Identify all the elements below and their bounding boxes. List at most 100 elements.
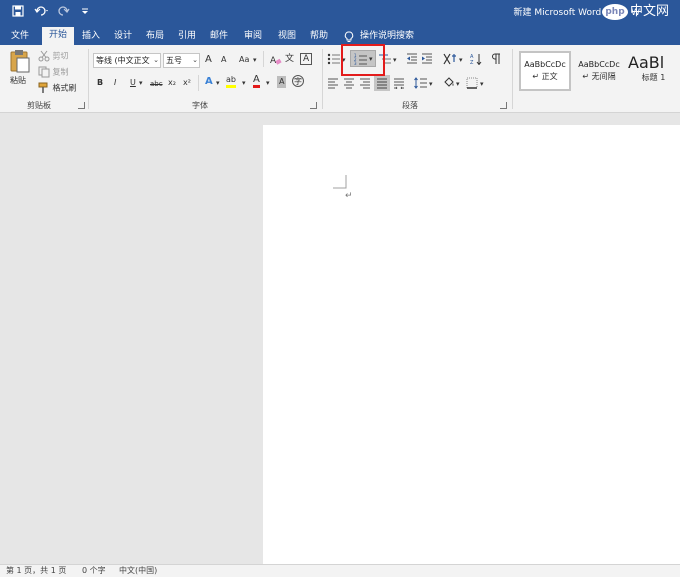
bold-button[interactable]: B [97, 77, 103, 89]
font-color-button[interactable]: A [253, 74, 260, 88]
superscript-button[interactable]: x² [183, 77, 191, 89]
style-preview: AaBl [628, 53, 665, 72]
font-size-combo[interactable]: 五号 ⌄ [163, 53, 200, 68]
lightbulb-icon[interactable] [342, 28, 356, 45]
php-badge: php [602, 4, 628, 20]
chevron-down-icon[interactable]: ▾ [459, 54, 463, 66]
copy-button[interactable]: 复制 [38, 66, 69, 79]
undo-icon[interactable] [34, 5, 50, 19]
increase-indent-button[interactable] [421, 53, 433, 68]
ribbon-tabs: 文件 开始 插入 设计 布局 引用 邮件 审阅 视图 帮助 操作说明搜索 [0, 24, 680, 45]
line-spacing-button[interactable] [414, 77, 428, 92]
font-dialog-launcher[interactable] [310, 102, 317, 109]
align-center-button[interactable] [343, 77, 355, 92]
tell-me-search[interactable]: 操作说明搜索 [360, 28, 420, 45]
style-heading-1[interactable]: AaBl 标题 1 [627, 51, 680, 91]
chevron-down-icon[interactable]: ▾ [266, 77, 270, 89]
tab-file[interactable]: 文件 [6, 28, 34, 45]
tab-help[interactable]: 帮助 [306, 28, 332, 45]
paint-bucket-icon [444, 77, 454, 87]
clipboard-dialog-launcher[interactable] [78, 102, 85, 109]
format-painter-button[interactable]: 格式刷 [38, 82, 77, 95]
chevron-down-icon[interactable]: ▾ [393, 54, 397, 66]
shrink-font-button[interactable]: A [221, 54, 226, 66]
style-normal[interactable]: AaBbCcDc ↵ 正文 [519, 51, 571, 91]
indent-icon [422, 53, 432, 64]
bullets-button[interactable] [327, 53, 341, 68]
align-left-icon [328, 78, 338, 89]
scissors-icon [38, 50, 50, 62]
chevron-down-icon[interactable]: ▾ [242, 77, 246, 89]
distributed-button[interactable] [393, 77, 405, 92]
style-no-spacing[interactable]: AaBbCcDc ↵ 无间隔 [573, 51, 625, 91]
php-watermark-logo: php 中文网 [598, 0, 680, 24]
sort-button[interactable]: AZ [470, 53, 482, 68]
ribbon-home: 粘贴 剪切 复制 格式刷 剪贴板 等线 (中文正文 ⌄ 五号 ⌄ A A Aa … [0, 45, 680, 113]
tab-mailings[interactable]: 邮件 [206, 28, 232, 45]
customize-qat-icon[interactable] [80, 5, 90, 19]
status-word-count[interactable]: 0 个字 [82, 565, 106, 577]
margin-crop-mark [333, 175, 347, 189]
divider [198, 75, 199, 91]
paragraph-dialog-launcher[interactable] [500, 102, 507, 109]
cut-button[interactable]: 剪切 [38, 50, 69, 63]
clear-formatting-button[interactable]: A [270, 54, 282, 67]
group-separator [512, 49, 513, 109]
chinese-layout-button[interactable] [442, 52, 458, 69]
character-shading-button[interactable]: A [277, 76, 287, 88]
group-separator [88, 49, 89, 109]
tab-layout[interactable]: 布局 [142, 28, 168, 45]
status-bar: 第 1 页，共 1 页 0 个字 中文(中国) [0, 564, 680, 577]
line-spacing-icon [414, 77, 427, 89]
status-page-count[interactable]: 第 1 页，共 1 页 [6, 565, 66, 577]
distributed-icon [394, 78, 404, 90]
subscript-button[interactable]: x₂ [168, 77, 176, 89]
chevron-down-icon[interactable]: ▾ [480, 78, 484, 90]
change-case-button[interactable]: Aa [239, 54, 249, 66]
document-page[interactable]: ↵ [263, 125, 680, 564]
sort-icon: AZ [470, 54, 482, 66]
shading-button[interactable] [442, 77, 456, 92]
tab-insert[interactable]: 插入 [78, 28, 104, 45]
tab-view[interactable]: 视图 [274, 28, 300, 45]
title-bar: 新建 Microsoft Word 文档 - W php 中文网 [0, 0, 680, 24]
redo-icon[interactable] [58, 5, 70, 19]
status-language[interactable]: 中文(中国) [119, 565, 157, 577]
chevron-down-icon[interactable]: ▾ [216, 77, 220, 89]
align-right-button[interactable] [359, 77, 371, 92]
chevron-down-icon[interactable]: ▾ [429, 78, 433, 90]
save-icon[interactable] [12, 5, 24, 19]
text-effects-button[interactable]: A [205, 76, 213, 88]
decrease-indent-button[interactable] [406, 53, 418, 68]
borders-button[interactable] [466, 77, 478, 92]
italic-button[interactable]: I [114, 77, 116, 89]
document-canvas[interactable]: ↵ [0, 113, 680, 564]
justify-button[interactable] [374, 75, 390, 91]
paste-label: 粘贴 [10, 76, 26, 85]
highlight-color-button[interactable]: ab [226, 75, 236, 88]
tab-home[interactable]: 开始 [42, 27, 74, 45]
underline-button[interactable]: U [130, 77, 136, 89]
tab-review[interactable]: 审阅 [240, 28, 266, 45]
chevron-down-icon[interactable]: ▾ [253, 54, 257, 66]
annotation-highlight-box [341, 44, 385, 76]
font-name-combo[interactable]: 等线 (中文正文 ⌄ [93, 53, 161, 68]
chevron-down-icon[interactable]: ▾ [139, 77, 143, 89]
enclose-characters-button[interactable]: 字 [292, 75, 304, 87]
show-marks-button[interactable] [490, 53, 502, 68]
tab-design[interactable]: 设计 [110, 28, 136, 45]
character-border-button[interactable]: A [300, 53, 313, 65]
strikethrough-button[interactable]: abc [150, 78, 163, 90]
tab-references[interactable]: 引用 [174, 28, 200, 45]
phonetic-guide-button[interactable]: 文 [285, 53, 294, 65]
chevron-down-icon[interactable]: ▾ [456, 78, 460, 90]
style-name: ↵ 无间隔 [582, 72, 616, 81]
style-preview: AaBbCcDc [578, 60, 620, 69]
font-size-value: 五号 [166, 56, 182, 65]
chevron-down-icon: ⌄ [192, 56, 198, 64]
grow-font-button[interactable]: A [205, 54, 212, 66]
paste-button[interactable]: 粘贴 [8, 49, 32, 91]
copy-label: 复制 [52, 67, 69, 77]
svg-text:Z: Z [470, 60, 474, 65]
align-left-button[interactable] [327, 77, 339, 92]
